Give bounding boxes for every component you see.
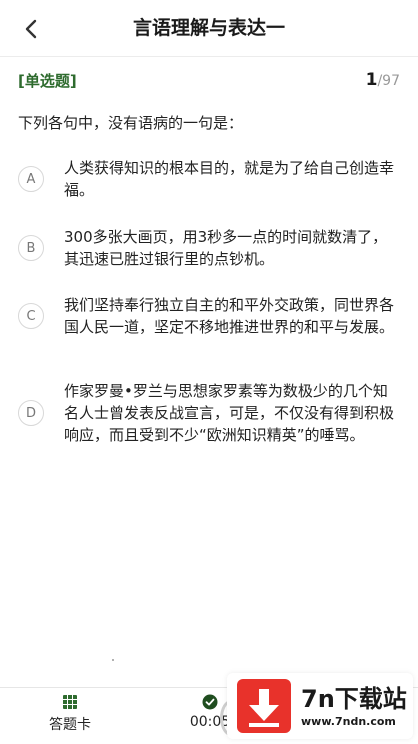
option-d-letter: D (18, 400, 44, 426)
decorative-dot (112, 659, 114, 661)
watermark-brand: 7n下载站 (301, 685, 407, 713)
option-a[interactable]: A 人类获得知识的根本目的，就是为了给自己创造幸福。 (18, 157, 404, 201)
top-nav-bar: 言语理解与表达一 (0, 0, 418, 57)
option-d-text: 作家罗曼•罗兰与思想家罗素等为数极少的几个知名人士曾发表反战宣言，可是，不仅没有… (64, 382, 395, 444)
clock-check-icon (202, 694, 218, 710)
grid-icon (63, 695, 77, 709)
page-title: 言语理解与表达一 (132, 17, 285, 39)
option-d[interactable]: D 作家罗曼•罗兰与思想家罗素等为数极少的几个知名人士曾发表反战宣言，可是，不仅… (18, 380, 404, 446)
option-c-letter: C (18, 303, 44, 329)
option-c[interactable]: C 我们坚持奉行独立自主的和平外交政策，同世界各国人民一道，坚定不移地推进世界的… (18, 294, 404, 338)
question-counter: 1/97 (366, 70, 400, 90)
option-a-text: 人类获得知识的根本目的，就是为了给自己创造幸福。 (64, 159, 395, 199)
answer-sheet-button[interactable]: 答题卡 (40, 694, 100, 734)
current-question-number: 1 (365, 70, 378, 90)
option-b[interactable]: B 300多张大画页，用3秒多一点的时间就数清了，其迅速已胜过银行里的点钞机。 (18, 226, 404, 270)
question-type-tag: [单选题] (18, 72, 77, 90)
answer-sheet-label: 答题卡 (49, 717, 91, 733)
question-stem: 下列各句中，没有语病的一句是： (18, 114, 244, 132)
option-c-text: 我们坚持奉行独立自主的和平外交政策，同世界各国人民一道，坚定不移地推进世界的和平… (64, 296, 395, 336)
watermark-url: www.7ndn.com (301, 715, 396, 728)
site-watermark: 7n下载站 www.7ndn.com (227, 673, 413, 739)
download-arrow-icon (237, 679, 291, 733)
option-b-text: 300多张大画页，用3秒多一点的时间就数清了，其迅速已胜过银行里的点钞机。 (64, 228, 388, 268)
option-a-letter: A (18, 166, 44, 192)
option-b-letter: B (18, 235, 44, 261)
total-question-count: /97 (377, 73, 400, 89)
